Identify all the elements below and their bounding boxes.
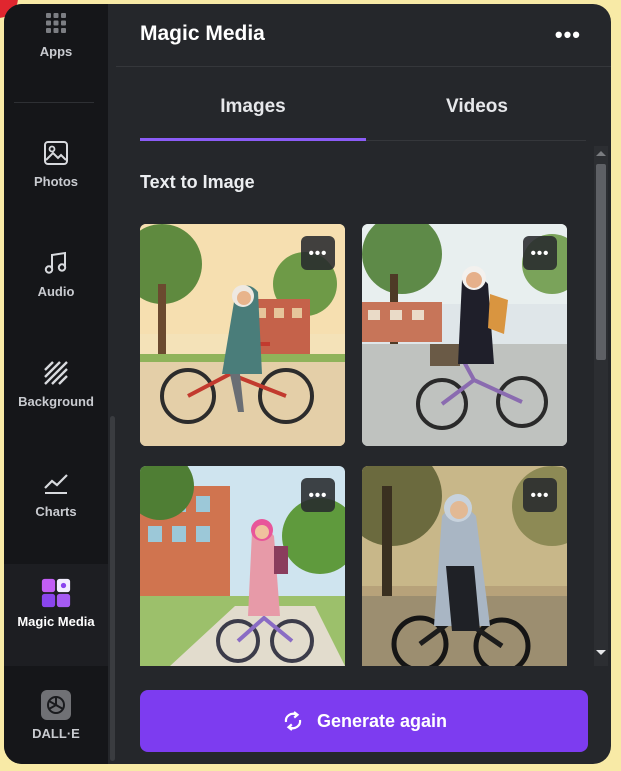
sidebar-scrollbar[interactable] — [110, 416, 115, 761]
card-more-button[interactable]: ••• — [301, 236, 335, 270]
sidebar-item-label: Photos — [33, 174, 79, 189]
active-tab-indicator — [140, 138, 366, 141]
generated-image-card[interactable]: ••• — [362, 224, 567, 446]
sidebar-item-label: Apps — [39, 44, 73, 59]
panel-title: Magic Media — [140, 22, 265, 45]
sidebar-item-label: Charts — [35, 504, 77, 519]
generate-again-label: Generate again — [316, 710, 448, 731]
sidebar-item-label: Magic Media — [17, 614, 95, 629]
card-more-button[interactable]: ••• — [301, 478, 335, 512]
sidebar-item-photos[interactable]: Photos — [4, 138, 108, 189]
sidebar-item-apps[interactable]: Apps — [4, 8, 108, 59]
magic-media-panel: Magic Media ••• Images Videos Text to Im… — [116, 4, 611, 764]
image-icon — [41, 138, 71, 168]
generated-image-card[interactable]: ••• — [362, 466, 567, 688]
section-title: Text to Image — [140, 172, 255, 192]
music-note-icon — [41, 248, 71, 278]
sidebar-item-audio[interactable]: Audio — [4, 248, 108, 299]
sidebar-item-magic-media[interactable]: Magic Media — [4, 578, 108, 629]
openai-logo-icon — [41, 690, 71, 720]
tab-videos[interactable]: Videos — [364, 96, 590, 118]
sidebar-divider — [14, 102, 94, 103]
card-more-button[interactable]: ••• — [523, 236, 557, 270]
sidebar-item-background[interactable]: Background — [4, 358, 108, 409]
scroll-down-arrow-icon[interactable] — [596, 650, 606, 655]
panel-scrollbar-thumb[interactable] — [596, 164, 606, 360]
app-window: Apps Photos Audio Background Charts Magi… — [4, 4, 611, 764]
stripes-icon — [41, 358, 71, 388]
refresh-icon — [281, 709, 305, 733]
sidebar-item-label: DALL·E — [32, 726, 80, 741]
sidebar-item-charts[interactable]: Charts — [4, 468, 108, 519]
scroll-up-arrow-icon[interactable] — [596, 151, 606, 156]
header-divider — [116, 66, 611, 67]
more-options-button[interactable]: ••• — [555, 22, 581, 48]
sidebar-item-label: Background — [18, 394, 94, 409]
tab-images[interactable]: Images — [140, 96, 366, 118]
sidebar-item-label: Audio — [37, 284, 75, 299]
card-more-button[interactable]: ••• — [523, 478, 557, 512]
magic-media-icon — [41, 578, 71, 608]
sidebar: Apps Photos Audio Background Charts Magi… — [4, 4, 108, 764]
sidebar-item-dalle[interactable]: DALL·E — [4, 690, 108, 741]
generated-image-card[interactable]: ••• — [140, 466, 345, 688]
generate-again-button[interactable]: Generate again — [140, 690, 588, 752]
apps-grid-icon — [41, 8, 71, 38]
line-chart-icon — [41, 468, 71, 498]
generated-image-card[interactable]: ••• — [140, 224, 345, 446]
